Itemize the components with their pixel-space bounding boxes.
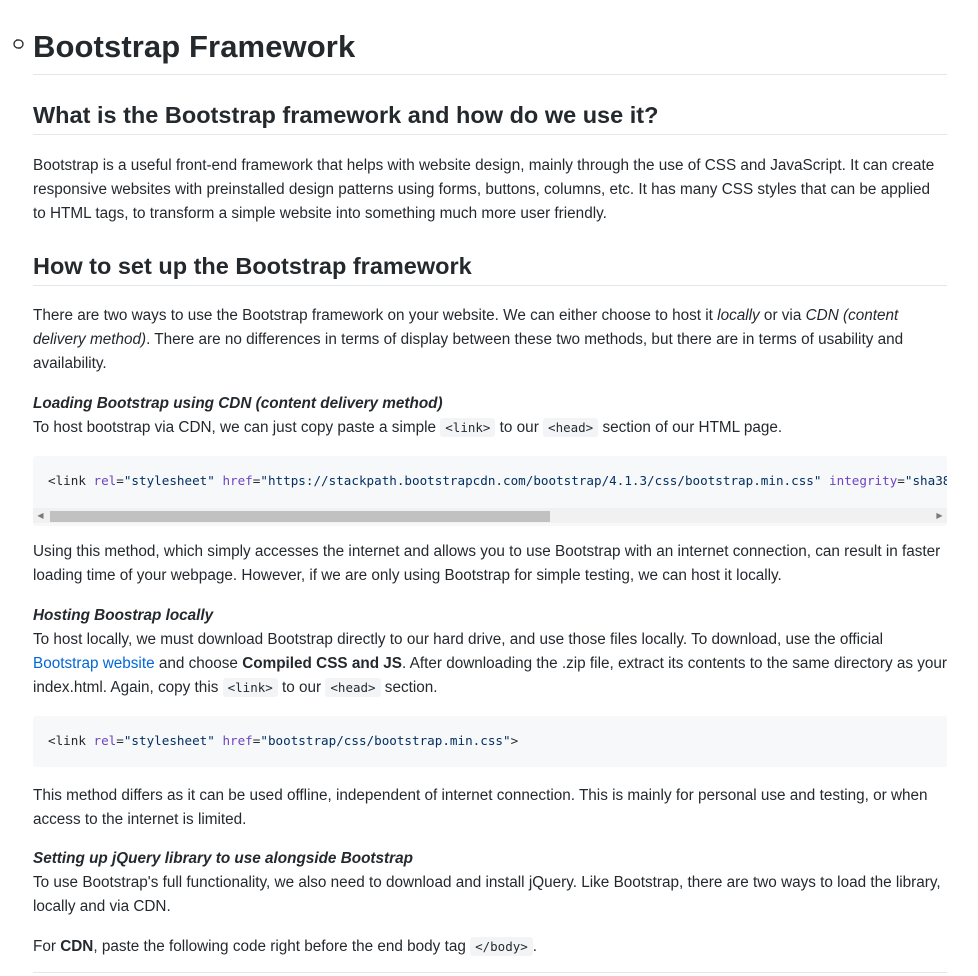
horizontal-scrollbar[interactable]: ◀ ▶ — [33, 508, 947, 523]
anchor-link-icon[interactable] — [12, 38, 30, 52]
bootstrap-website-link[interactable]: Bootstrap website — [33, 655, 155, 672]
inline-code-link: <link> — [440, 418, 496, 437]
inline-code-head-2: <head> — [325, 678, 381, 697]
heading-what-is-bootstrap: What is the Bootstrap framework and how … — [33, 99, 947, 135]
divider — [33, 972, 947, 973]
cdn-lead: Loading Bootstrap using CDN (content del… — [33, 395, 443, 412]
local-after-paragraph: This method differs as it can be used of… — [33, 787, 928, 828]
scroll-left-arrow-icon[interactable]: ◀ — [33, 508, 48, 523]
jquery-cdn-paragraph: For CDN, paste the following code right … — [33, 937, 538, 956]
inline-code-body: </body> — [470, 937, 533, 956]
code-block-local[interactable]: <link rel="stylesheet" href="bootstrap/c… — [33, 716, 947, 767]
heading-setup: How to set up the Bootstrap framework — [33, 250, 947, 286]
local-lead: Hosting Boostrap locally — [33, 607, 214, 624]
cdn-after-paragraph: Using this method, which simply accesses… — [33, 543, 941, 584]
jquery-paragraph: Setting up jQuery library to use alongsi… — [33, 850, 941, 915]
code-line-cdn: <link rel="stylesheet" href="https://sta… — [48, 473, 947, 488]
scrollbar-thumb[interactable] — [50, 511, 550, 522]
scroll-right-arrow-icon[interactable]: ▶ — [932, 508, 947, 523]
jquery-lead: Setting up jQuery library to use alongsi… — [33, 850, 413, 867]
page-title: Bootstrap Framework — [33, 26, 947, 75]
local-paragraph: Hosting Boostrap locally To host locally,… — [33, 607, 948, 697]
code-block-cdn[interactable]: <link rel="stylesheet" href="https://sta… — [33, 456, 947, 526]
setup-paragraph: There are two ways to use the Bootstrap … — [33, 307, 904, 372]
inline-code-link-2: <link> — [222, 678, 278, 697]
what-paragraph: Bootstrap is a useful front-end framewor… — [33, 157, 935, 222]
code-line-local: <link rel="stylesheet" href="bootstrap/c… — [48, 733, 519, 748]
inline-code-head: <head> — [543, 418, 599, 437]
cdn-paragraph: Loading Bootstrap using CDN (content del… — [33, 395, 783, 437]
